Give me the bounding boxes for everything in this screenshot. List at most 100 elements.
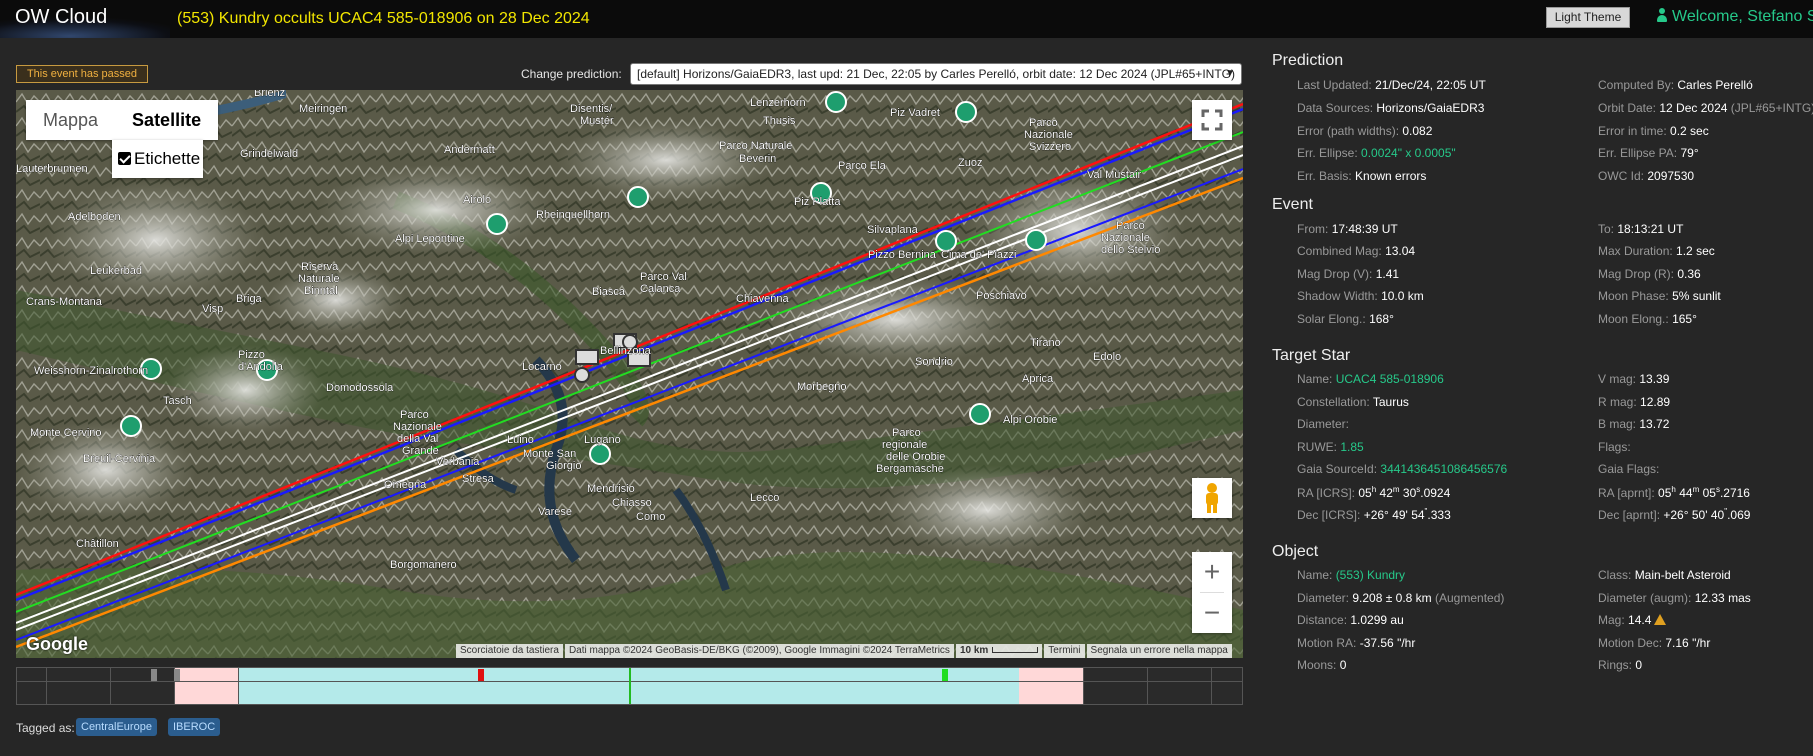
label: RUWE: [1297,440,1337,454]
timeline-marker-gray[interactable] [174,669,180,681]
timeline-marker-green[interactable] [942,669,948,681]
error-time-row: Error in time: 0.2 sec [1598,124,1709,138]
svg-text:Luino: Luino [507,434,534,446]
rings-row: Rings: 0 [1598,658,1642,672]
svg-text:Silvaplana: Silvaplana [867,224,919,236]
zoom-in-button[interactable]: + [1192,552,1232,592]
mag-drop-r-row: Mag Drop (R): 0.36 [1598,267,1701,281]
value: 0.2 sec [1670,124,1709,138]
label: OWC Id: [1598,169,1645,183]
value: 0 [1339,658,1347,672]
label: Rings: [1598,658,1633,672]
svg-text:Alpi Lepontine: Alpi Lepontine [395,233,465,245]
svg-text:Stresa: Stresa [462,473,495,485]
svg-text:Breuil-Cervinia: Breuil-Cervinia [83,453,156,465]
value: 1.41 [1375,267,1400,281]
svg-text:regionale: regionale [882,439,927,451]
street-view-button[interactable] [1192,478,1232,518]
map-data-attribution: Dati mappa ©2024 GeoBasis-DE/BKG (©2009)… [564,644,954,658]
zoom-out-button[interactable]: − [1192,593,1232,633]
star-name-link[interactable]: UCAC4 585-018906 [1336,372,1444,386]
keyboard-shortcuts-link[interactable]: Scorciatoie da tastiera [456,644,563,658]
value: 10.0 km [1381,289,1424,303]
label: Flags: [1598,440,1631,454]
svg-text:Edolo: Edolo [1093,351,1121,363]
svg-text:Pizzo: Pizzo [238,349,265,361]
svg-text:Grande: Grande [402,445,439,457]
svg-text:Leukerbad: Leukerbad [90,265,142,277]
value: Horizons/GaiaEDR3 [1376,101,1485,115]
tag-iberoc[interactable]: IBEROC [168,718,221,736]
label: Error in time: [1598,124,1667,138]
distance-row: Distance: 1.0299 au [1297,613,1404,627]
label: Dec [aprnt]: [1598,508,1661,522]
svg-text:Binntal: Binntal [304,285,338,297]
svg-text:Mustér: Mustér [580,115,614,127]
map-attribution: Scorciatoie da tastiera Dati mappa ©2024… [456,644,1234,658]
map-view[interactable]: Brienz Meiringen Disentis/ Mustér Lenzer… [16,90,1243,658]
value: 17:48:39 UT [1331,222,1398,236]
value: 13.72 [1639,417,1670,431]
computed-by-row: Computed By: Carles Perelló [1598,78,1753,92]
svg-text:Lauterbrunnen: Lauterbrunnen [16,163,88,175]
report-error-link[interactable]: Segnala un errore nella mappa [1086,644,1232,658]
err-ellipse-link[interactable]: 0.0024" x 0.0005" [1361,146,1456,160]
svg-text:Giorgio: Giorgio [546,460,581,472]
svg-text:Pizzo Bernina: Pizzo Bernina [868,249,937,261]
solar-elong-row: Solar Elong.: 168° [1297,312,1394,326]
label: Shadow Width: [1297,289,1378,303]
value: 21/Dec/24, 22:05 UT [1375,78,1486,92]
value: 1.2 sec [1676,244,1715,258]
label: V mag: [1598,372,1637,386]
map-scale[interactable]: 10 km [955,644,1043,658]
svg-text:Val Müstair: Val Müstair [1087,169,1142,181]
prediction-select-value: [default] Horizons/GaiaEDR3, last upd: 2… [637,67,1235,81]
tag-centraleurope[interactable]: CentralEurope [76,718,157,736]
fullscreen-icon [1201,109,1223,131]
warning-icon[interactable] [1654,614,1667,625]
map-type-mappa[interactable]: Mappa [26,100,115,140]
timeline-tick [1147,668,1148,704]
zoom-control: + − [1192,552,1232,633]
timeline-marker-gray[interactable] [151,669,157,681]
svg-text:Nazionale: Nazionale [1101,232,1150,244]
target-star-section-title: Target Star [1272,347,1351,364]
pegman-icon [1206,483,1218,513]
max-duration-row: Max Duration: 1.2 sec [1598,244,1715,258]
user-menu[interactable]: Welcome, Stefano Sp [1657,8,1813,26]
fullscreen-button[interactable] [1192,100,1232,140]
svg-text:Como: Como [636,511,665,523]
prediction-select[interactable]: [default] Horizons/GaiaEDR3, last upd: 2… [630,63,1242,85]
event-timeline[interactable] [16,667,1243,705]
prediction-select-label: Change prediction: [521,67,622,81]
value: +26° 49' 54".333 [1363,507,1451,522]
object-diameter-row: Diameter: 9.208 ± 0.8 km (Augmented) [1297,591,1504,605]
value: 165° [1672,312,1697,326]
light-theme-button[interactable]: Light Theme [1546,7,1630,28]
value: 5% sunlit [1672,289,1721,303]
label: Name: [1297,568,1333,582]
svg-text:Parco: Parco [1116,220,1145,232]
welcome-text: Welcome, Stefano Sp [1672,8,1813,25]
svg-text:Visp: Visp [202,303,223,315]
object-section-title: Object [1272,543,1319,560]
label: Motion Dec: [1598,636,1663,650]
gaia-source-link[interactable]: 3441436451086456576 [1380,462,1507,476]
value: 05h 42m 30s.0924 [1358,485,1451,500]
labels-checkbox[interactable]: Etichette [112,140,203,178]
svg-text:Varese: Varese [538,506,572,518]
object-name-link[interactable]: (553) Kundry [1336,568,1405,582]
label: Err. Ellipse: [1297,146,1358,160]
svg-text:Nazionale: Nazionale [1024,129,1073,141]
dec-dm: +26° 50' [1663,508,1708,522]
timeline-marker-red[interactable] [478,669,484,681]
label: Computed By: [1598,78,1675,92]
brand-logo[interactable]: OW Cloud [15,6,107,29]
label: RA [aprnt]: [1598,486,1655,500]
value: 18:13:21 UT [1617,222,1684,236]
value: 12 Dec 2024 [1659,101,1728,115]
map-type-satellite[interactable]: Satellite [115,100,218,140]
svg-text:Nazionale: Nazionale [393,421,442,433]
terms-link[interactable]: Termini [1044,644,1085,658]
object-class-row: Class: Main-belt Asteroid [1598,568,1731,582]
